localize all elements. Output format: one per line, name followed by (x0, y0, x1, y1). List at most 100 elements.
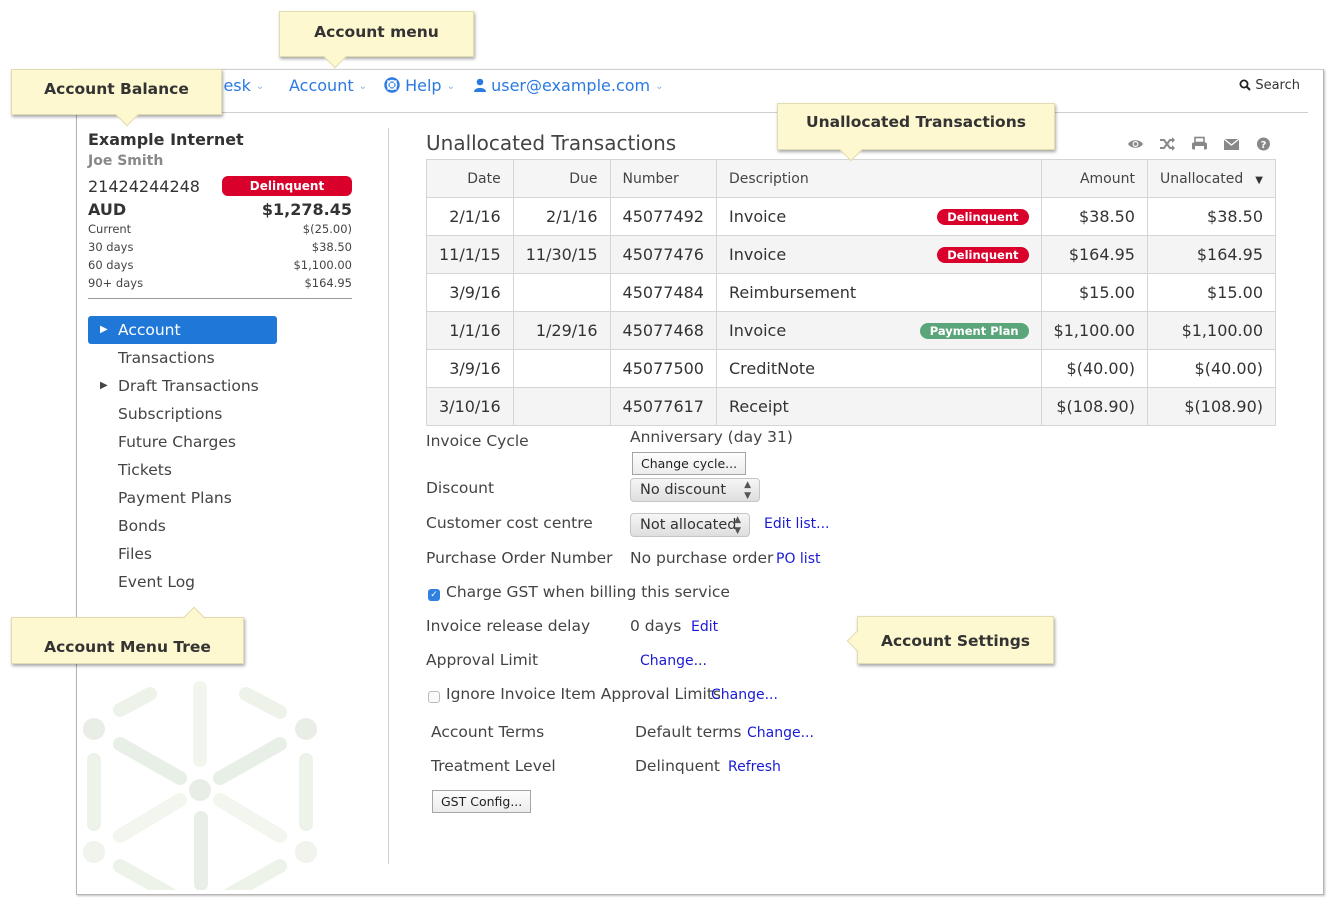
account-balance-panel: Example Internet Joe Smith 21424244248 D… (88, 130, 352, 299)
cell-due (512, 349, 611, 388)
change-cycle-button[interactable]: Change cycle... (632, 452, 747, 475)
table-row[interactable]: 1/1/16 1/29/16 45077468 Invoice Payment Plan… (426, 311, 1277, 350)
table-row[interactable]: 3/10/16 45077617 Receipt $(108.90) $(108.90) (426, 387, 1277, 426)
cell-date: 1/1/16 (426, 311, 514, 350)
tree-item-files[interactable]: Files (88, 540, 388, 568)
cell-description: Reimbursement (715, 273, 1042, 312)
column-header-amount[interactable]: Amount (1040, 159, 1148, 198)
ignore-limits-checkbox[interactable] (428, 691, 440, 703)
search-button[interactable]: Search (1239, 78, 1300, 93)
discount-selected: No discount (640, 482, 727, 498)
tree-item-label: Account (118, 321, 181, 339)
top-navbar: lesk ⌄ Account ⌄ Help ⌄ user@example.com ⌄ S… (76, 70, 1324, 113)
release-delay-edit-link[interactable]: Edit (691, 619, 718, 635)
table-row[interactable]: 3/9/16 45077500 CreditNote $(40.00) $(40.00) (426, 349, 1277, 388)
cell-due (512, 387, 611, 426)
callout-account-menu-tree: Account Menu Tree (11, 606, 244, 664)
column-header-unallocated[interactable]: Unallocated ▼ (1146, 159, 1277, 198)
charge-gst-checkbox[interactable]: ✓ (428, 589, 440, 601)
column-header-description[interactable]: Description (715, 159, 1042, 198)
tree-item-bonds[interactable]: Bonds (88, 512, 388, 540)
cell-unallocated: $(40.00) (1146, 349, 1277, 388)
cell-number: 45077476 (609, 235, 717, 274)
edit-list-link[interactable]: Edit list... (764, 516, 829, 532)
svg-text:?: ? (1261, 140, 1267, 151)
select-arrows-icon: ▲ ▼ (744, 480, 751, 501)
column-header-number[interactable]: Number (609, 159, 717, 198)
account-terms-change-link[interactable]: Change... (747, 725, 814, 741)
account-menu-tree: ▶ Account Transactions ▶ Draft Transaction… (88, 316, 388, 596)
shuffle-icon[interactable] (1159, 136, 1176, 152)
help-icon[interactable]: ? (1255, 136, 1272, 152)
cell-number: 45077484 (609, 273, 717, 312)
print-icon[interactable] (1191, 136, 1208, 152)
tree-item-transactions[interactable]: Transactions (88, 344, 388, 372)
description-text: Reimbursement (728, 283, 857, 302)
lifebuoy-icon (384, 77, 400, 93)
nav-user-label: user@example.com (491, 76, 651, 95)
nav-desk-menu[interactable]: lesk ⌄ (219, 76, 264, 95)
discount-select[interactable]: No discount ▲ ▼ (630, 478, 760, 502)
table-row[interactable]: 2/1/16 2/1/16 45077492 Invoice Delinquent $38… (426, 197, 1277, 236)
callout-pointer (323, 45, 347, 69)
cell-description: CreditNote (715, 349, 1042, 388)
tree-item-draft-transactions[interactable]: ▶ Draft Transactions (88, 372, 388, 400)
account-contact: Joe Smith (88, 153, 164, 169)
search-label: Search (1255, 78, 1300, 93)
cell-amount: $38.50 (1040, 197, 1148, 236)
chevron-down-icon: ⌄ (255, 81, 265, 92)
column-header-due[interactable]: Due (512, 159, 611, 198)
chevron-down-icon: ⌄ (358, 81, 367, 92)
aging-row: 60 days $1,100.00 (88, 256, 352, 274)
tree-item-tickets[interactable]: Tickets (88, 456, 388, 484)
chevron-down-icon: ⌄ (446, 81, 455, 92)
caret-right-icon[interactable]: ▶ (100, 372, 108, 400)
approval-limit-label: Approval Limit (426, 651, 539, 669)
unallocated-transactions-table: Date Due Number Description Amount Unall… (426, 159, 1277, 426)
ignore-limits-change-link[interactable]: Change... (711, 687, 778, 703)
table-header-row: Date Due Number Description Amount Unall… (426, 159, 1277, 198)
aging-value: $(25.00) (302, 222, 352, 236)
delinquent-badge: Delinquent (937, 208, 1029, 225)
table-row[interactable]: 11/1/15 11/30/15 45077476 Invoice Delinquent… (426, 235, 1277, 274)
nav-account-label: Account (289, 76, 354, 95)
cell-number: 45077468 (609, 311, 717, 350)
tree-item-payment-plans[interactable]: Payment Plans (88, 484, 388, 512)
cell-number: 45077492 (609, 197, 717, 236)
tree-item-subscriptions[interactable]: Subscriptions (88, 400, 388, 428)
cell-amount: $1,100.00 (1040, 311, 1148, 350)
cell-amount: $(40.00) (1040, 349, 1148, 388)
balance-divider (88, 298, 352, 299)
envelope-icon[interactable] (1223, 136, 1240, 152)
column-header-date[interactable]: Date (426, 159, 514, 198)
callout-label: Account Menu Tree (44, 638, 211, 656)
aging-row: 30 days $38.50 (88, 238, 352, 256)
callout-unallocated-transactions: Unallocated Transactions (777, 103, 1055, 162)
cost-centre-select[interactable]: Not allocated ▲ ▼ (630, 513, 750, 537)
callout-account-settings: Account Settings (846, 616, 1054, 664)
cell-description: Invoice Delinquent (715, 197, 1042, 236)
aging-value: $38.50 (311, 240, 352, 254)
nav-help-menu[interactable]: Help ⌄ (384, 76, 455, 95)
aging-label: 60 days (88, 258, 134, 272)
description-wrap: Reimbursement (729, 283, 1029, 302)
table-row[interactable]: 3/9/16 45077484 Reimbursement $15.00 $15.00 (426, 273, 1277, 312)
po-list-link[interactable]: PO list (776, 551, 820, 567)
nav-account-menu[interactable]: Account ⌄ (289, 76, 367, 95)
sort-caret-down-icon[interactable]: ▼ (1255, 175, 1263, 186)
account-terms-label: Account Terms (431, 723, 545, 741)
callout-label: Account Settings (880, 632, 1031, 650)
aging-value: $1,100.00 (293, 258, 352, 272)
tree-item-future-charges[interactable]: Future Charges (88, 428, 388, 456)
aging-value: $164.95 (304, 276, 352, 290)
treatment-refresh-link[interactable]: Refresh (728, 759, 781, 775)
approval-limit-change-link[interactable]: Change... (640, 653, 707, 669)
eye-icon[interactable] (1127, 136, 1144, 152)
column-header-label: Unallocated (1159, 170, 1244, 187)
gst-config-button[interactable]: GST Config... (432, 790, 532, 813)
tree-item-label: Subscriptions (118, 405, 223, 423)
tree-item-account[interactable]: ▶ Account (88, 316, 277, 344)
tree-item-event-log[interactable]: Event Log (88, 568, 388, 596)
page-title: Unallocated Transactions (426, 131, 677, 155)
nav-user-menu[interactable]: user@example.com ⌄ (474, 76, 664, 95)
